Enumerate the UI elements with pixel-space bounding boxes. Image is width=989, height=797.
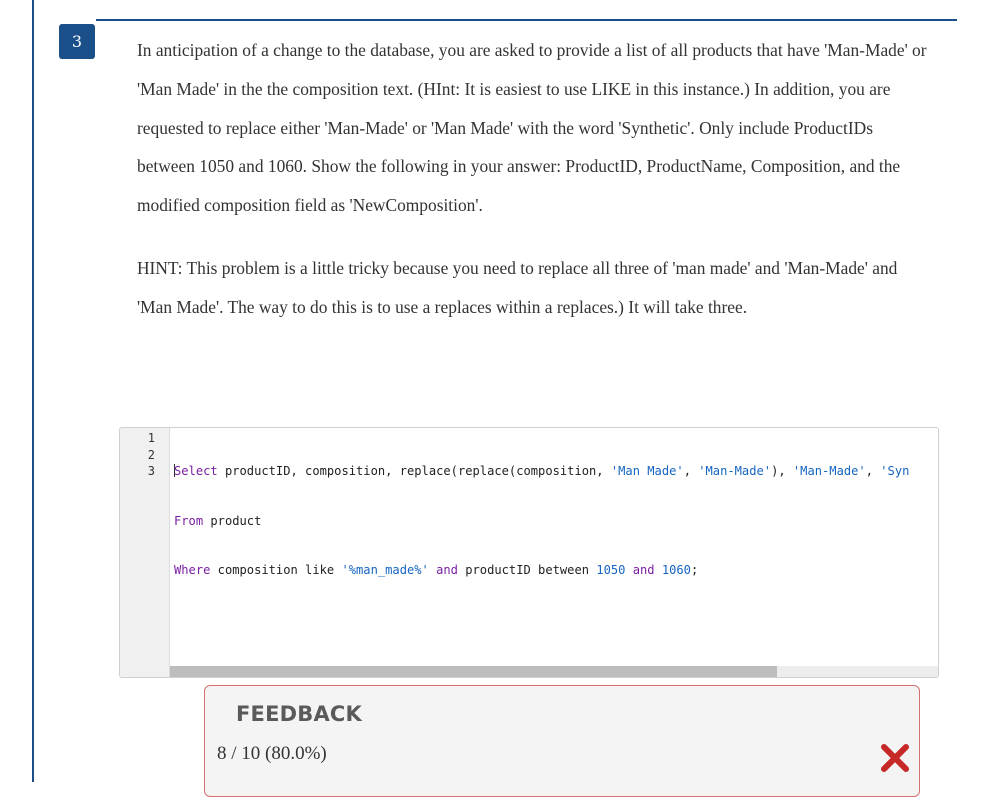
code-text: , [683, 464, 699, 478]
line-number: 2 [147, 447, 155, 462]
sql-number: 1060 [661, 563, 691, 577]
sql-keyword: and [436, 563, 458, 577]
feedback-panel: FEEDBACK 8 / 10 (80.0%) [204, 685, 920, 797]
hint-paragraph: HINT: This problem is a little tricky be… [137, 257, 898, 317]
x-mark-icon [881, 744, 909, 772]
sql-code-editor[interactable]: 1 2 3 Select productID, composition, rep… [119, 427, 939, 678]
feedback-score: 8 / 10 (80.0%) [217, 743, 327, 764]
question-divider [96, 19, 957, 21]
code-text: composition like [210, 563, 342, 577]
question-number-badge: 3 [59, 24, 95, 59]
code-content[interactable]: Select productID, composition, replace(r… [174, 430, 938, 612]
line-number: 1 [147, 431, 155, 445]
code-text: productID, composition, replace(replace(… [217, 464, 611, 478]
sql-string: 'Man Made' [610, 464, 684, 478]
code-text: ), [771, 464, 793, 478]
sql-keyword: Select [174, 464, 218, 478]
sql-keyword: and [632, 563, 655, 577]
horizontal-scrollbar-thumb[interactable] [170, 666, 777, 677]
code-line[interactable]: From product [174, 513, 938, 530]
sql-keyword: From [174, 513, 204, 528]
sql-string: 'Syn [880, 464, 910, 478]
line-number: 3 [147, 464, 155, 478]
code-text: productID between [457, 563, 597, 577]
sql-string: 'Man-Made' [792, 464, 866, 478]
code-line[interactable]: Where composition like '%man_made%' and … [174, 562, 938, 579]
sql-string: 'Man-Made' [698, 464, 772, 478]
feedback-title: FEEDBACK [236, 702, 363, 726]
line-number-gutter: 1 2 3 [120, 428, 170, 677]
question-text: In anticipation of a change to the datab… [137, 31, 927, 327]
code-text: ; [690, 563, 699, 577]
code-text: , [865, 464, 881, 478]
code-text: product [203, 513, 262, 528]
sql-number: 1050 [596, 563, 626, 577]
question-paragraph: In anticipation of a change to the datab… [137, 40, 927, 216]
sql-keyword: Where [174, 563, 211, 577]
sql-string: '%man_made%' [341, 563, 429, 577]
left-border [32, 0, 34, 782]
code-line[interactable]: Select productID, composition, replace(r… [174, 463, 938, 480]
